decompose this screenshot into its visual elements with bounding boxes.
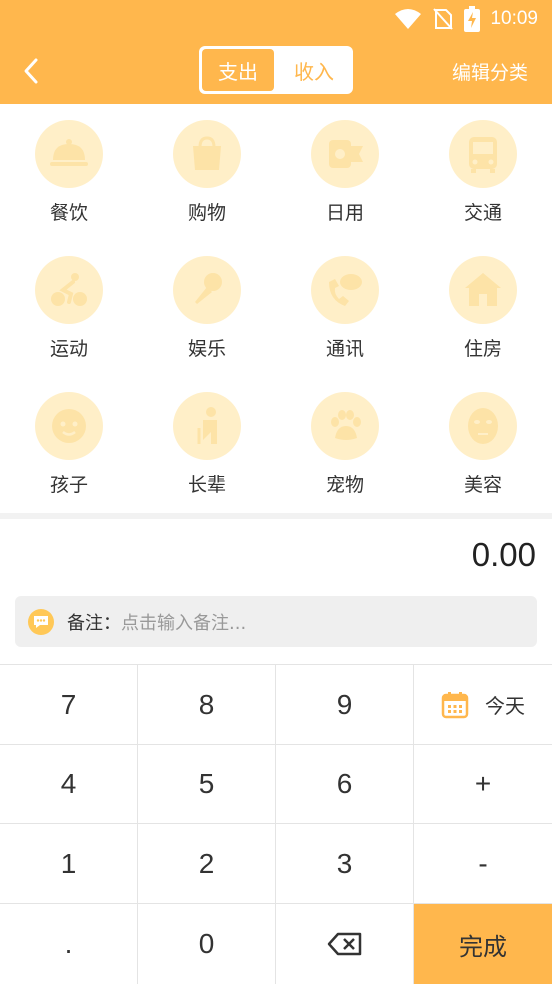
house-icon bbox=[465, 273, 501, 306]
category-label: 交通 bbox=[463, 202, 502, 224]
category-icon-bg bbox=[35, 256, 103, 324]
type-segmented-control: 支出 收入 bbox=[199, 46, 353, 94]
wifi-icon bbox=[395, 9, 422, 29]
category-label: 日用 bbox=[325, 202, 364, 224]
category-label: 孩子 bbox=[49, 474, 88, 496]
phone-chat-icon bbox=[329, 274, 362, 306]
key-5[interactable]: 5 bbox=[138, 745, 276, 824]
app-bar: 支出 收入 编辑分类 bbox=[0, 38, 552, 104]
food-cloche-icon bbox=[50, 139, 88, 166]
category-label: 运动 bbox=[49, 338, 88, 360]
category-item-food[interactable]: 餐饮 bbox=[0, 104, 138, 240]
paw-icon bbox=[331, 410, 361, 440]
category-item-communication[interactable]: 通讯 bbox=[276, 240, 414, 376]
category-item-daily[interactable]: 日用 bbox=[276, 104, 414, 240]
elder-icon bbox=[197, 407, 217, 444]
key-7[interactable]: 7 bbox=[0, 665, 138, 745]
section-divider bbox=[0, 513, 552, 519]
category-icon-bg bbox=[173, 392, 241, 460]
category-item-elders[interactable]: 长辈 bbox=[138, 376, 276, 512]
category-item-pets[interactable]: 宠物 bbox=[276, 376, 414, 512]
category-icon-bg bbox=[449, 120, 517, 188]
status-time: 10:09 bbox=[490, 8, 538, 29]
key-minus[interactable]: - bbox=[414, 824, 552, 904]
back-button[interactable] bbox=[14, 54, 48, 88]
face-mask-icon bbox=[468, 408, 498, 444]
category-grid: 餐饮 购物 日用 交通 运动 娱乐 通讯 住房 孩子 长辈 宠物 美容 bbox=[0, 104, 552, 512]
category-icon-bg bbox=[35, 392, 103, 460]
category-label: 娱乐 bbox=[187, 338, 226, 360]
bus-icon bbox=[469, 137, 497, 173]
key-4[interactable]: 4 bbox=[0, 745, 138, 824]
category-icon-bg bbox=[35, 120, 103, 188]
key-1[interactable]: 1 bbox=[0, 824, 138, 904]
battery-charging-icon bbox=[464, 6, 481, 32]
category-label: 购物 bbox=[187, 202, 226, 224]
category-item-housing[interactable]: 住房 bbox=[414, 240, 552, 376]
category-label: 宠物 bbox=[325, 474, 364, 496]
category-icon-bg bbox=[173, 256, 241, 324]
backspace-icon bbox=[327, 932, 361, 956]
category-item-shopping[interactable]: 购物 bbox=[138, 104, 276, 240]
amount-display: 0.00 bbox=[471, 536, 536, 573]
key-3[interactable]: 3 bbox=[276, 824, 414, 904]
key-8[interactable]: 8 bbox=[138, 665, 276, 745]
category-icon-bg bbox=[311, 120, 379, 188]
tab-expense[interactable]: 支出 bbox=[202, 49, 274, 91]
tab-income[interactable]: 收入 bbox=[278, 49, 350, 91]
toilet-paper-icon bbox=[329, 140, 363, 168]
microphone-icon bbox=[195, 273, 222, 304]
note-label: 备注： bbox=[67, 612, 121, 634]
category-item-beauty[interactable]: 美容 bbox=[414, 376, 552, 512]
category-label: 餐饮 bbox=[49, 202, 88, 224]
category-icon-bg bbox=[173, 120, 241, 188]
shopping-bag-icon bbox=[193, 136, 221, 170]
category-label: 住房 bbox=[463, 338, 502, 360]
category-label: 美容 bbox=[463, 474, 502, 496]
category-item-entertainment[interactable]: 娱乐 bbox=[138, 240, 276, 376]
note-input[interactable]: 点击输入备注... bbox=[121, 609, 246, 635]
key-2[interactable]: 2 bbox=[138, 824, 276, 904]
delete-button[interactable] bbox=[276, 904, 414, 984]
category-icon-bg bbox=[449, 392, 517, 460]
category-icon-bg bbox=[311, 392, 379, 460]
no-sim-icon bbox=[433, 8, 454, 30]
note-field[interactable]: 备注： 点击输入备注... bbox=[15, 596, 537, 647]
category-icon-bg bbox=[449, 256, 517, 324]
edit-categories-button[interactable]: 编辑分类 bbox=[452, 58, 528, 85]
chat-bubble-icon bbox=[28, 608, 54, 635]
date-button[interactable]: 今天 bbox=[414, 665, 552, 745]
baby-face-icon bbox=[52, 409, 86, 443]
key-0[interactable]: 0 bbox=[138, 904, 276, 984]
chevron-left-icon bbox=[24, 58, 38, 84]
status-bar: 10:09 bbox=[0, 0, 552, 38]
category-item-sports[interactable]: 运动 bbox=[0, 240, 138, 376]
category-label: 通讯 bbox=[325, 338, 364, 360]
key-plus[interactable]: + bbox=[414, 745, 552, 824]
category-label: 长辈 bbox=[187, 474, 226, 496]
calendar-icon bbox=[441, 691, 469, 718]
category-item-children[interactable]: 孩子 bbox=[0, 376, 138, 512]
done-button[interactable]: 完成 bbox=[414, 904, 552, 984]
key-6[interactable]: 6 bbox=[276, 745, 414, 824]
keypad: 7 8 9 今天 4 5 6 + 1 2 3 - . 0 完成 bbox=[0, 664, 552, 984]
category-icon-bg bbox=[311, 256, 379, 324]
date-label: 今天 bbox=[485, 694, 525, 718]
category-item-transport[interactable]: 交通 bbox=[414, 104, 552, 240]
cycling-icon bbox=[51, 273, 87, 306]
key-decimal[interactable]: . bbox=[0, 904, 138, 984]
key-9[interactable]: 9 bbox=[276, 665, 414, 745]
